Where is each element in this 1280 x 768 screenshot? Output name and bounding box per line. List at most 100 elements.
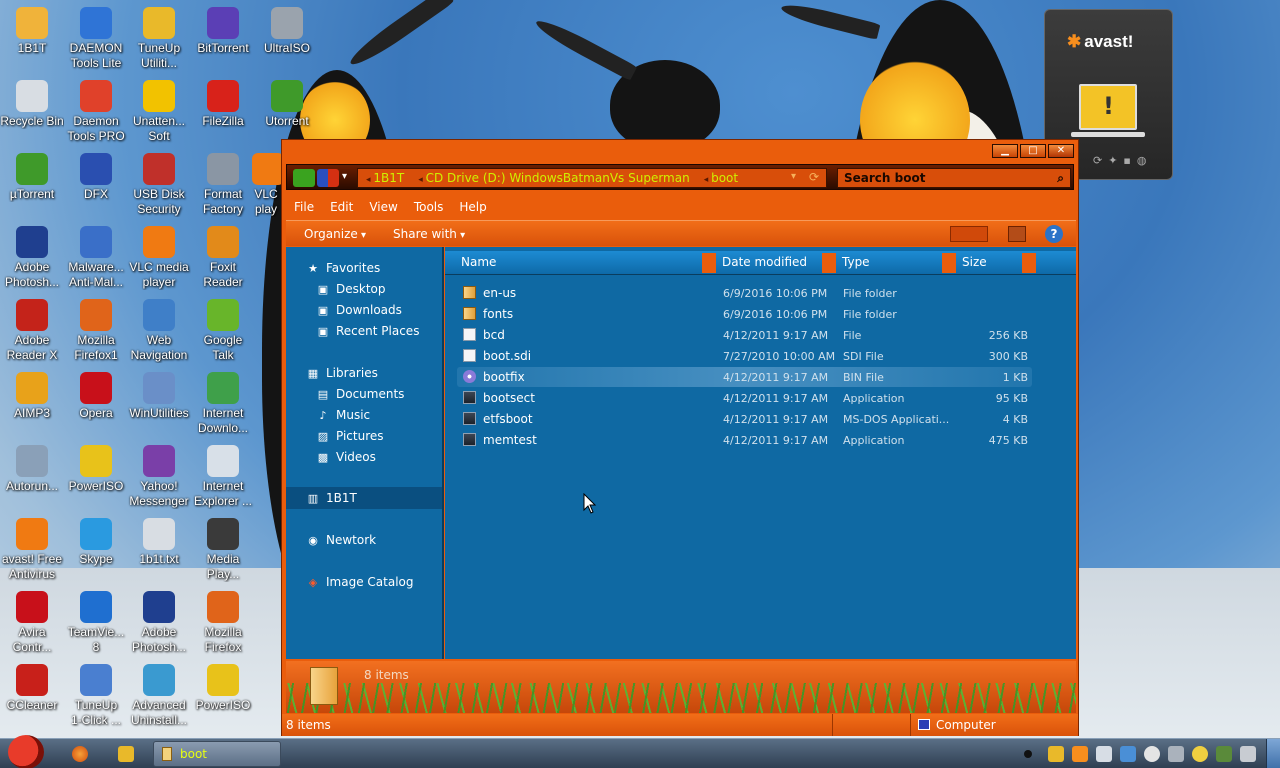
- desktop-icon[interactable]: Recycle Bin: [0, 80, 64, 129]
- view-options-icon[interactable]: [950, 226, 988, 242]
- avast-gadget-tools-icon[interactable]: ⟳✦▪◍: [1093, 154, 1153, 167]
- column-divider[interactable]: [942, 253, 956, 273]
- desktop-icon[interactable]: Opera: [64, 372, 128, 421]
- desktop-icon[interactable]: Unatten... Soft: [127, 80, 191, 144]
- tray-battery-icon[interactable]: [1216, 746, 1232, 762]
- nav-favorites[interactable]: ★ Favorites: [306, 261, 380, 275]
- desktop-icon[interactable]: 1b1t.txt: [127, 518, 191, 567]
- nav-network[interactable]: ◉ Newtork: [306, 533, 376, 547]
- nav-item-pictures[interactable]: ▨ Pictures: [316, 429, 384, 443]
- column-divider[interactable]: [822, 253, 836, 273]
- desktop-icon[interactable]: VLC media player: [127, 226, 191, 290]
- nav-libraries[interactable]: ▦ Libraries: [306, 366, 378, 380]
- menu-view[interactable]: View: [361, 198, 405, 214]
- desktop-icon[interactable]: VLC play: [252, 153, 284, 217]
- tray-display-icon[interactable]: [1168, 746, 1184, 762]
- desktop-icon[interactable]: Advanced Uninstall...: [127, 664, 191, 728]
- breadcrumb-segment[interactable]: boot: [704, 171, 738, 185]
- menu-tools[interactable]: Tools: [406, 198, 452, 214]
- desktop-icon[interactable]: USB Disk Security: [127, 153, 191, 217]
- nav-image-catalog[interactable]: ◈ Image Catalog: [306, 575, 414, 589]
- tray-chat-icon[interactable]: [1096, 746, 1112, 762]
- desktop-icon[interactable]: Format Factory: [191, 153, 255, 217]
- desktop-icon[interactable]: 1B1T: [0, 7, 64, 56]
- desktop-icon[interactable]: DFX: [64, 153, 128, 202]
- desktop-icon[interactable]: Mozilla Firefox1: [64, 299, 128, 363]
- desktop-icon[interactable]: Adobe Photosh...: [127, 591, 191, 655]
- desktop-icon[interactable]: PowerISO: [64, 445, 128, 494]
- recent-pages-chevron-icon[interactable]: ▾: [342, 171, 347, 182]
- desktop-icon[interactable]: WinUtilities: [127, 372, 191, 421]
- window-titlebar[interactable]: ▁ □ ✕: [282, 140, 1078, 162]
- tray-dot-icon[interactable]: [1024, 750, 1032, 758]
- desktop-icon[interactable]: TuneUp 1-Click ...: [64, 664, 128, 728]
- desktop-icon[interactable]: CCleaner: [0, 664, 64, 713]
- close-button[interactable]: ✕: [1048, 144, 1074, 158]
- file-row[interactable]: bootsect 4/12/2011 9:17 AM Application 95 K…: [457, 388, 1032, 408]
- desktop-icon[interactable]: Avira Contr...: [0, 591, 64, 655]
- breadcrumb[interactable]: 1B1T CD Drive (D:) WindowsBatmanVs Superm…: [357, 168, 827, 188]
- desktop-icon[interactable]: TuneUp Utiliti...: [127, 7, 191, 71]
- tuneup-taskbar-icon[interactable]: [118, 746, 134, 762]
- menu-edit[interactable]: Edit: [322, 198, 361, 214]
- desktop-icon[interactable]: Yahoo! Messenger: [127, 445, 191, 509]
- address-bar[interactable]: ▾ 1B1T CD Drive (D:) WindowsBatmanVs Supe…: [286, 164, 1074, 190]
- nav-item-documents[interactable]: ▤ Documents: [316, 387, 405, 401]
- column-header-name[interactable]: Name: [461, 255, 496, 269]
- nav-item-music[interactable]: ♪ Music: [316, 408, 370, 422]
- column-header-type[interactable]: Type: [842, 255, 870, 269]
- nav-computer[interactable]: ▥ 1B1T: [306, 491, 357, 505]
- desktop-icon[interactable]: µTorrent: [0, 153, 64, 202]
- help-icon[interactable]: ?: [1045, 225, 1063, 243]
- maximize-button[interactable]: □: [1020, 144, 1046, 158]
- desktop-icon[interactable]: FileZilla: [191, 80, 255, 129]
- desktop-icon[interactable]: Skype: [64, 518, 128, 567]
- breadcrumb-segment[interactable]: 1B1T: [366, 171, 404, 185]
- desktop-icon[interactable]: TeamVie... 8: [64, 591, 128, 655]
- show-desktop-button[interactable]: [1266, 739, 1280, 768]
- desktop-icon[interactable]: Utorrent: [255, 80, 319, 129]
- column-header-size[interactable]: Size: [962, 255, 987, 269]
- desktop-icon[interactable]: Google Talk: [191, 299, 255, 363]
- desktop-icon[interactable]: Autorun...: [0, 445, 64, 494]
- desktop-icon[interactable]: Adobe Photosh...: [0, 226, 64, 290]
- breadcrumb-segment[interactable]: CD Drive (D:) WindowsBatmanVs Superman: [418, 171, 689, 185]
- desktop-icon[interactable]: Internet Downlo...: [191, 372, 255, 436]
- organize-button[interactable]: Organize: [304, 227, 366, 241]
- tray-volume-icon[interactable]: [1240, 746, 1256, 762]
- menu-help[interactable]: Help: [451, 198, 494, 214]
- file-row[interactable]: bcd 4/12/2011 9:17 AM File 256 KB: [457, 325, 1032, 345]
- address-dropdown-icon[interactable]: ▾: [791, 171, 796, 182]
- start-button-angry-bird-icon[interactable]: [8, 735, 44, 768]
- desktop-icon[interactable]: Malware... Anti-Mal...: [64, 226, 128, 290]
- forward-arrow-icon[interactable]: [317, 169, 339, 187]
- file-row[interactable]: fonts 6/9/2016 10:06 PM File folder: [457, 304, 1032, 324]
- tray-avast-icon[interactable]: [1072, 746, 1088, 762]
- nav-item-downloads[interactable]: ▣ Downloads: [316, 303, 402, 317]
- tray-update-icon[interactable]: [1192, 746, 1208, 762]
- back-arrow-icon[interactable]: [293, 169, 315, 187]
- column-header-date-modified[interactable]: Date modified: [722, 255, 807, 269]
- desktop-icon[interactable]: BitTorrent: [191, 7, 255, 56]
- file-row[interactable]: boot.sdi 7/27/2010 10:00 AM SDI File 300 KB: [457, 346, 1032, 366]
- desktop-icon[interactable]: Daemon Tools PRO: [64, 80, 128, 144]
- desktop-icon[interactable]: Media Play...: [191, 518, 255, 582]
- desktop-icon[interactable]: Adobe Reader X: [0, 299, 64, 363]
- preview-pane-icon[interactable]: [1008, 226, 1026, 242]
- nav-item-recent-places[interactable]: ▣ Recent Places: [316, 324, 420, 338]
- desktop-icon[interactable]: PowerISO: [191, 664, 255, 713]
- tray-tuneup-icon[interactable]: [1048, 746, 1064, 762]
- firefox-taskbar-icon[interactable]: [72, 746, 88, 762]
- nav-item-desktop[interactable]: ▣ Desktop: [316, 282, 386, 296]
- desktop-icon[interactable]: DAEMON Tools Lite: [64, 7, 128, 71]
- desktop-icon[interactable]: Web Navigation: [127, 299, 191, 363]
- tray-network-icon[interactable]: [1144, 746, 1160, 762]
- desktop-icon[interactable]: Internet Explorer ...: [191, 445, 255, 509]
- nav-item-videos[interactable]: ▩ Videos: [316, 450, 376, 464]
- avast-warning-laptop-icon[interactable]: [1079, 84, 1137, 130]
- desktop-icon[interactable]: UltraISO: [255, 7, 319, 56]
- search-icon[interactable]: ⌕: [1057, 169, 1064, 187]
- search-input[interactable]: Search boot ⌕: [837, 168, 1071, 188]
- column-divider[interactable]: [1022, 253, 1036, 273]
- desktop-icon[interactable]: AIMP3: [0, 372, 64, 421]
